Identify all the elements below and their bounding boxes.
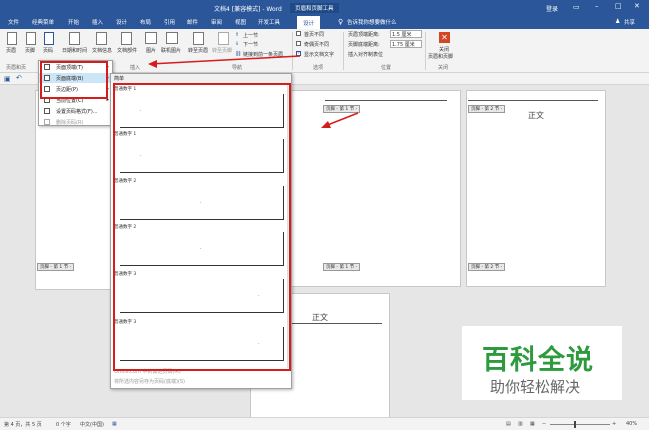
zoom-slider[interactable]: [550, 424, 610, 425]
zoom-in-icon[interactable]: +: [612, 421, 616, 427]
page-count[interactable]: 第 4 页，共 5 页: [4, 421, 42, 428]
zoom-level[interactable]: 40%: [626, 421, 637, 427]
macro-icon[interactable]: ▦: [112, 421, 117, 427]
watermark-title: 百科全说: [482, 345, 594, 376]
watermark: 百科全说 助你轻松解决: [462, 326, 622, 400]
zoom-out-icon[interactable]: −: [542, 421, 546, 427]
read-mode-icon[interactable]: ▤: [506, 421, 511, 427]
word-count[interactable]: 0 个字: [56, 421, 71, 428]
print-layout-icon[interactable]: ▥: [518, 421, 523, 427]
watermark-subtitle: 助你轻松解决: [490, 378, 581, 396]
language[interactable]: 中文(中国): [80, 421, 104, 428]
zoom-slider-thumb[interactable]: [574, 421, 576, 428]
web-layout-icon[interactable]: ▦: [530, 421, 535, 427]
status-bar: 第 4 页，共 5 页 0 个字 中文(中国) ▦ ▤ ▥ ▦ − + 40%: [0, 417, 649, 430]
